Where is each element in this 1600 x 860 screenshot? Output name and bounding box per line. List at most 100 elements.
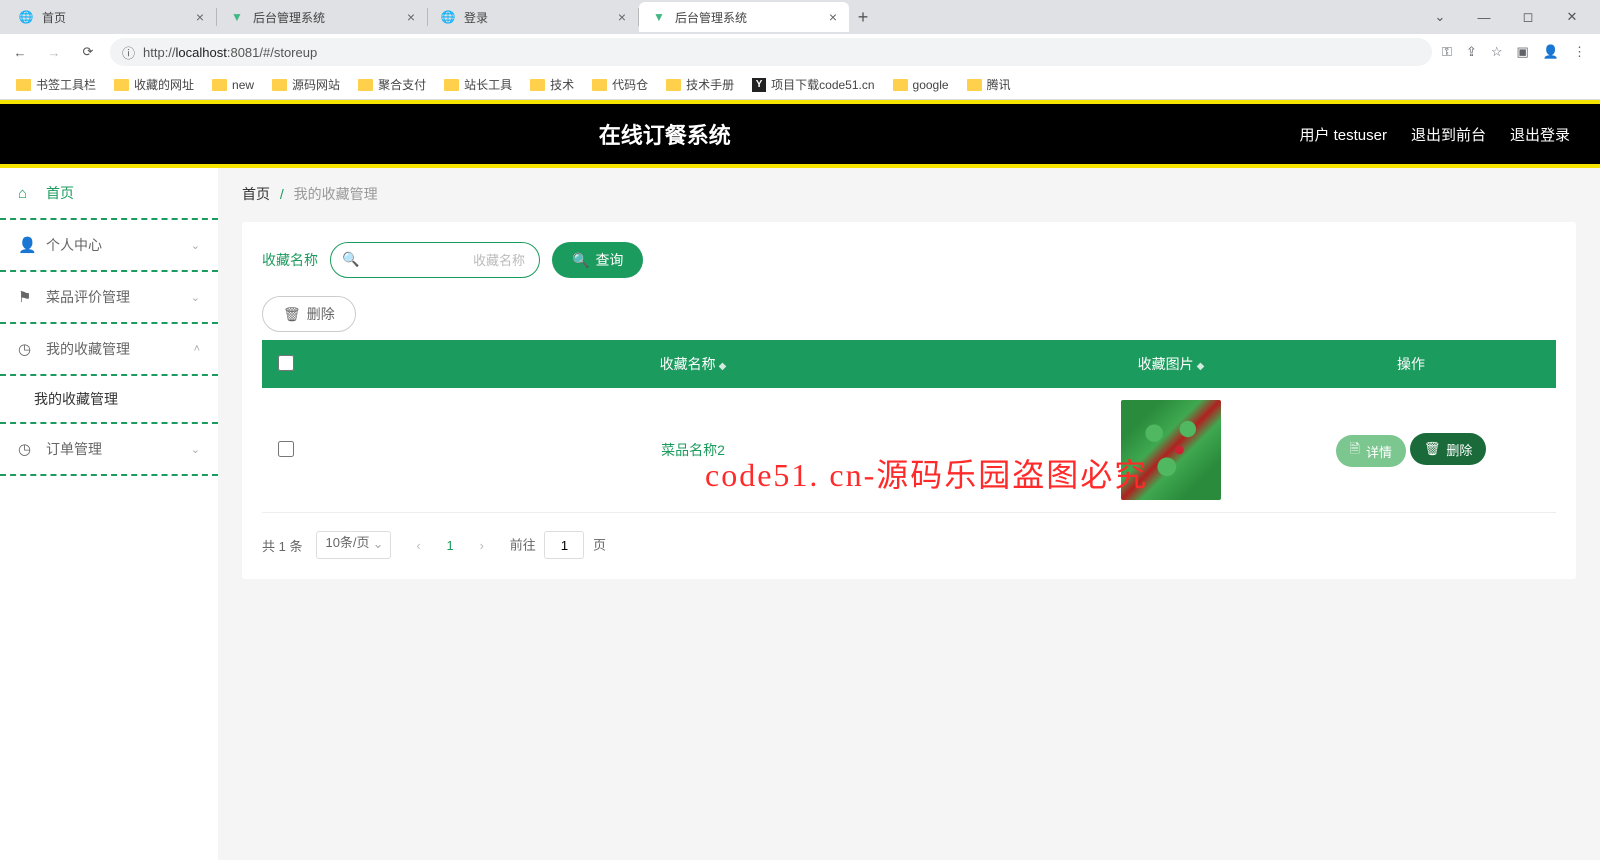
close-icon[interactable]: × (196, 9, 204, 25)
detail-button[interactable]: 🗎 详情 (1336, 435, 1406, 467)
menu-icon[interactable]: ⋮ (1573, 44, 1586, 60)
star-icon[interactable]: ☆ (1491, 44, 1503, 60)
cell-name[interactable]: 菜品名称2 (310, 388, 1076, 513)
prev-page-icon[interactable]: ‹ (405, 531, 433, 559)
next-page-icon[interactable]: › (468, 531, 496, 559)
browser-tab-0[interactable]: 🌐 首页 × (6, 2, 216, 32)
sidebar: ⌂ 首页 👤 个人中心 ⌄ ⚑ 菜品评价管理 ⌄ ◷ 我的收藏管理 ˄ 我的收藏… (0, 168, 218, 860)
search-input[interactable] (330, 242, 540, 278)
share-icon[interactable]: ⇪ (1466, 44, 1477, 60)
clock-icon: ◷ (18, 340, 36, 358)
reload-icon[interactable]: ⟳ (76, 40, 100, 64)
close-icon[interactable]: × (829, 9, 837, 25)
sidebar-subitem-favorites[interactable]: 我的收藏管理 (0, 376, 218, 424)
breadcrumb: 首页 / 我的收藏管理 (242, 184, 1576, 204)
button-label: 删除 (1446, 440, 1472, 459)
sidebar-item-label: 菜品评价管理 (46, 287, 130, 307)
breadcrumb-separator: / (280, 186, 284, 202)
row-checkbox[interactable] (278, 441, 294, 457)
delete-button[interactable]: 🗑 删除 (262, 296, 356, 332)
jump-input[interactable] (544, 531, 584, 559)
tab-label: 登录 (464, 9, 488, 26)
header-actions: 用户 testuser 退出到前台 退出登录 (1299, 124, 1570, 145)
chevron-down-icon: ⌄ (191, 443, 200, 456)
extensions-icon[interactable]: ▣ (1517, 44, 1529, 60)
breadcrumb-current: 我的收藏管理 (294, 186, 378, 202)
clock-icon: ◷ (18, 440, 36, 458)
globe-icon: 🌐 (440, 9, 456, 25)
page-size-select[interactable]: 10条/页 (316, 531, 390, 559)
maximize-icon[interactable]: ◻ (1506, 2, 1550, 32)
bookmark-0[interactable]: 书签工具栏 (10, 73, 102, 96)
user-icon: 👤 (18, 236, 36, 254)
bookmark-6[interactable]: 技术 (524, 73, 580, 96)
browser-tab-3[interactable]: ▼ 后台管理系统 × (639, 2, 849, 32)
sidebar-subitem-label: 我的收藏管理 (34, 389, 118, 409)
sidebar-item-reviews[interactable]: ⚑ 菜品评价管理 ⌄ (0, 272, 218, 324)
sort-icon: ◆ (719, 361, 727, 372)
folder-icon (893, 79, 908, 91)
minimize-icon[interactable]: — (1462, 2, 1506, 32)
bookmark-10[interactable]: google (887, 75, 955, 95)
bookmark-8[interactable]: 技术手册 (660, 73, 740, 96)
pagination: 共 1 条 10条/页 ‹ 1 › 前往 页 (262, 531, 1556, 559)
close-window-icon[interactable]: ✕ (1550, 2, 1594, 32)
url-text: http://localhost:8081/#/storeup (143, 45, 317, 60)
main-content: 首页 / 我的收藏管理 收藏名称 🔍 🔍 查询 🗑 删除 (218, 168, 1600, 860)
bookmark-9[interactable]: Y项目下载code51.cn (746, 73, 880, 96)
url-input[interactable]: ⓘ http://localhost:8081/#/storeup (110, 38, 1432, 66)
to-frontend-link[interactable]: 退出到前台 (1411, 124, 1486, 145)
dropdown-icon[interactable]: ⌄ (1418, 2, 1462, 32)
bookmark-7[interactable]: 代码仓 (586, 73, 654, 96)
col-name[interactable]: 收藏名称◆ (310, 340, 1076, 388)
globe-icon: 🌐 (18, 9, 34, 25)
new-tab-button[interactable]: + (849, 7, 877, 28)
tab-label: 后台管理系统 (675, 9, 747, 26)
sidebar-item-orders[interactable]: ◷ 订单管理 ⌄ (0, 424, 218, 476)
sidebar-item-home[interactable]: ⌂ 首页 (0, 168, 218, 220)
user-label[interactable]: 用户 testuser (1299, 124, 1387, 145)
close-icon[interactable]: × (407, 9, 415, 25)
folder-icon (666, 79, 681, 91)
search-row: 收藏名称 🔍 🔍 查询 (262, 242, 1556, 278)
select-all-checkbox[interactable] (278, 355, 294, 371)
search-icon: 🔍 (572, 252, 589, 269)
folder-icon (444, 79, 459, 91)
table-row: 菜品名称2 🗎 详情 🗑 删除 (262, 388, 1556, 513)
query-button[interactable]: 🔍 查询 (552, 242, 643, 278)
folder-icon (530, 79, 545, 91)
forward-icon[interactable]: → (42, 40, 66, 64)
key-icon[interactable]: ⚿ (1442, 44, 1452, 60)
vue-icon: ▼ (229, 9, 245, 25)
col-image[interactable]: 收藏图片◆ (1076, 340, 1266, 388)
toolbar: 🗑 删除 (262, 296, 1556, 332)
sidebar-item-profile[interactable]: 👤 个人中心 ⌄ (0, 220, 218, 272)
sidebar-item-favorites[interactable]: ◷ 我的收藏管理 ˄ (0, 324, 218, 376)
folder-icon (967, 79, 982, 91)
breadcrumb-home[interactable]: 首页 (242, 186, 270, 202)
sort-icon: ◆ (1197, 361, 1205, 372)
close-icon[interactable]: × (618, 9, 626, 25)
bookmark-4[interactable]: 聚合支付 (352, 73, 432, 96)
tab-label: 后台管理系统 (253, 9, 325, 26)
back-icon[interactable]: ← (8, 40, 32, 64)
page-number[interactable]: 1 (447, 538, 454, 553)
bookmark-11[interactable]: 腾讯 (961, 73, 1017, 96)
button-label: 详情 (1366, 442, 1392, 461)
logout-link[interactable]: 退出登录 (1510, 124, 1570, 145)
bookmark-1[interactable]: 收藏的网址 (108, 73, 200, 96)
browser-tab-2[interactable]: 🌐 登录 × (428, 2, 638, 32)
browser-tab-1[interactable]: ▼ 后台管理系统 × (217, 2, 427, 32)
row-delete-button[interactable]: 🗑 删除 (1410, 433, 1487, 465)
profile-icon[interactable]: 👤 (1543, 44, 1559, 60)
bookmark-3[interactable]: 源码网站 (266, 73, 346, 96)
browser-chrome: 🌐 首页 × ▼ 后台管理系统 × 🌐 登录 × ▼ 后台管理系统 × + ⌄ … (0, 0, 1600, 100)
chevron-down-icon: ⌄ (191, 291, 200, 304)
bookmark-2[interactable]: new (206, 75, 260, 95)
content-panel: 收藏名称 🔍 🔍 查询 🗑 删除 (242, 222, 1576, 579)
search-input-wrap: 🔍 (330, 242, 540, 278)
bookmark-5[interactable]: 站长工具 (438, 73, 518, 96)
page-jump: 前往 页 (510, 531, 606, 559)
sidebar-item-label: 订单管理 (46, 439, 102, 459)
address-bar: ← → ⟳ ⓘ http://localhost:8081/#/storeup … (0, 34, 1600, 70)
